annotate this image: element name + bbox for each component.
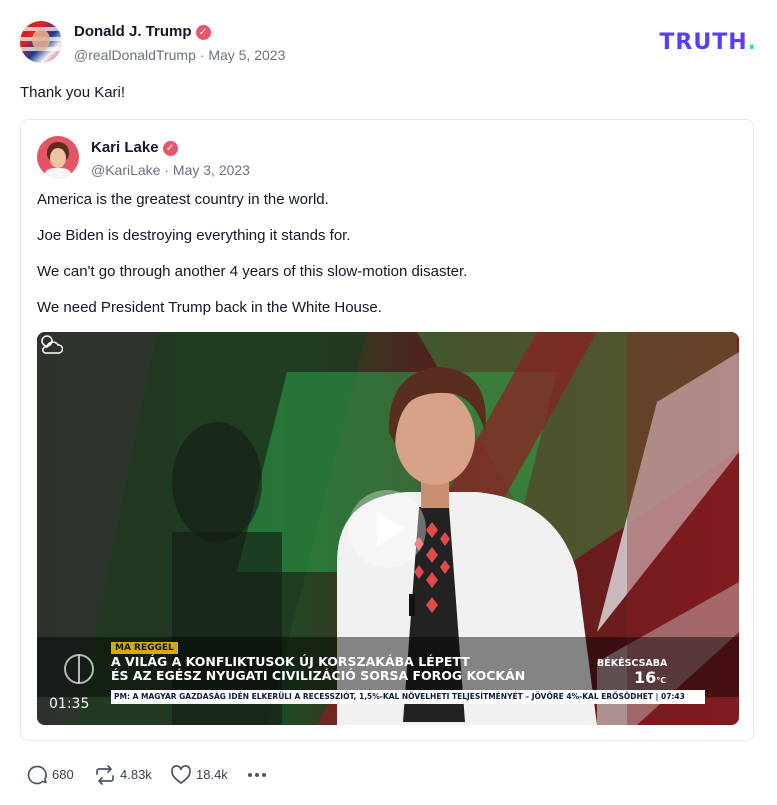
quoted-author-meta: @KariLake · May 3, 2023 [91, 162, 250, 178]
repost-count: 4.83k [120, 767, 152, 782]
post-header: Donald J. Trump ✓ @realDonaldTrump · May … [20, 21, 757, 65]
heart-icon [171, 765, 191, 784]
quoted-post-date[interactable]: May 3, 2023 [173, 162, 250, 178]
video-show-tag: MA REGGEL [111, 642, 178, 654]
play-button[interactable] [348, 490, 426, 568]
author-handle[interactable]: @realDonaldTrump [74, 47, 196, 63]
author-meta: @realDonaldTrump · May 5, 2023 [74, 47, 285, 63]
reply-button[interactable]: 680 [26, 762, 82, 788]
post-date[interactable]: May 5, 2023 [208, 47, 285, 63]
video-weather-temperature: 16°C [634, 668, 666, 687]
play-icon [377, 512, 405, 546]
video-news-ticker: PM: A MAGYAR GAZDASÁG IDÉN ELKERÜLI A RE… [111, 690, 705, 704]
meta-separator: · [164, 162, 170, 178]
quoted-paragraph: We can't go through another 4 years of t… [37, 263, 468, 280]
repost-icon [96, 765, 114, 785]
quoted-post-body: America is the greatest country in the w… [37, 190, 737, 334]
verified-badge-icon: ✓ [162, 141, 178, 156]
quoted-post-card[interactable]: Kari Lake ✓ @KariLake · May 3, 2023 Ameri… [20, 119, 754, 741]
temperature-value: 16 [634, 668, 657, 687]
like-count: 18.4k [196, 767, 228, 782]
video-duration: 01:35 [49, 696, 90, 712]
video-headline: A VILÁG A KONFLIKTUSOK ÚJ KORSZAKÁBA LÉP… [111, 655, 591, 683]
post-text: Thank you Kari! [20, 84, 126, 101]
quoted-paragraph: Joe Biden is destroying everything it st… [37, 227, 351, 244]
author-name[interactable]: Donald J. Trump ✓ [74, 23, 211, 40]
meta-separator: · [199, 47, 205, 63]
quoted-author-avatar[interactable] [37, 136, 79, 178]
quoted-paragraph: We need President Trump back in the Whit… [37, 299, 382, 316]
quoted-author-handle[interactable]: @KariLake [91, 162, 160, 178]
brand-name: TRUTH [659, 30, 748, 55]
repost-button[interactable]: 4.83k [94, 762, 158, 788]
reply-icon [27, 765, 47, 785]
reply-count: 680 [52, 767, 74, 782]
truth-social-logo[interactable]: TRUTH. [659, 30, 757, 55]
more-options-icon [248, 773, 266, 777]
quoted-author-display-name: Kari Lake [91, 139, 159, 156]
like-button[interactable]: 18.4k [170, 762, 234, 788]
author-avatar[interactable] [20, 21, 62, 63]
quoted-author-name[interactable]: Kari Lake ✓ [91, 139, 178, 156]
brand-dot: . [747, 30, 757, 55]
more-options-button[interactable] [246, 762, 270, 788]
weather-partly-cloudy-icon [41, 335, 63, 354]
quoted-paragraph: America is the greatest country in the w… [37, 191, 329, 208]
video-headline-line: A VILÁG A KONFLIKTUSOK ÚJ KORSZAKÁBA LÉP… [111, 654, 470, 669]
post-action-bar: 680 4.83k 18.4k [20, 762, 320, 788]
video-player[interactable]: MA REGGEL A VILÁG A KONFLIKTUSOK ÚJ KORS… [37, 332, 739, 725]
verified-badge-icon: ✓ [195, 25, 211, 40]
author-display-name: Donald J. Trump [74, 23, 192, 40]
video-headline-line: ÉS AZ EGÉSZ NYUGATI CIVILIZÁCIÓ SORSA FO… [111, 668, 526, 683]
temperature-unit: °C [656, 676, 667, 685]
